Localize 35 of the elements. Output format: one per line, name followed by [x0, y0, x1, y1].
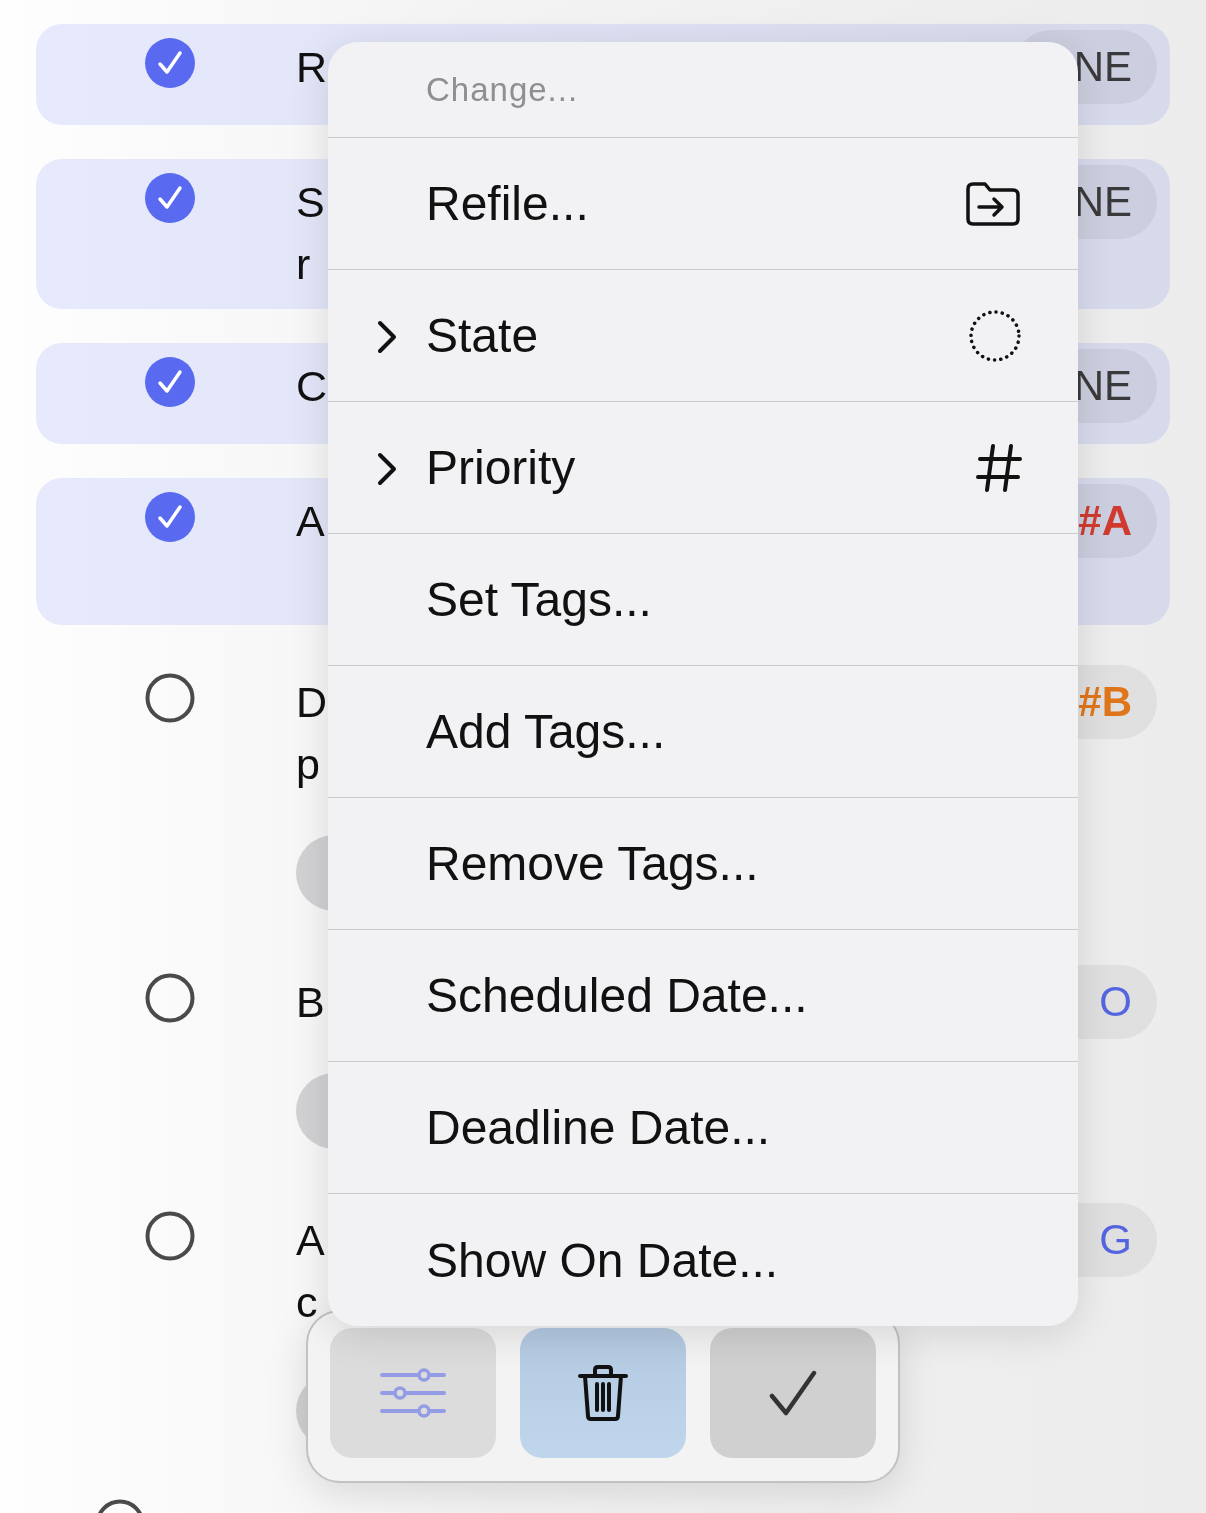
task-title: B: [296, 977, 325, 1028]
menu-item[interactable]: Deadline Date...: [328, 1062, 1078, 1194]
task-title: A: [296, 496, 325, 547]
menu-item[interactable]: Refile...: [328, 138, 1078, 270]
menu-header: Change...: [426, 70, 579, 109]
task-title: S: [296, 177, 325, 228]
menu-item[interactable]: Add Tags...: [328, 666, 1078, 798]
checked-checkbox[interactable]: [145, 357, 195, 407]
chevron-icon: [376, 452, 398, 486]
menu-item[interactable]: Remove Tags...: [328, 798, 1078, 930]
trash-icon: [578, 1364, 628, 1422]
checkbox[interactable]: [145, 973, 195, 1023]
task-title: c: [296, 1277, 318, 1328]
task-title: A: [296, 1215, 325, 1266]
menu-item[interactable]: Set Tags...: [328, 534, 1078, 666]
hash-icon: [976, 442, 1022, 493]
task-title: p: [296, 739, 320, 790]
task-title: D: [296, 677, 328, 728]
checkmark-icon: [769, 1370, 817, 1416]
menu-item[interactable]: State: [328, 270, 1078, 402]
checkbox[interactable]: [145, 1211, 195, 1261]
task-title: r: [296, 239, 311, 290]
checkbox[interactable]: [145, 673, 195, 723]
checked-checkbox[interactable]: [145, 173, 195, 223]
menu-item[interactable]: Scheduled Date...: [328, 930, 1078, 1062]
menu-item[interactable]: Priority: [328, 402, 1078, 534]
sliders-icon: [380, 1368, 446, 1418]
task-title: R: [296, 42, 328, 93]
toolbar-button[interactable]: [520, 1328, 686, 1458]
task-title: C: [296, 361, 328, 412]
folder-arrow-icon: [964, 180, 1022, 227]
checked-checkbox[interactable]: [145, 38, 195, 88]
dotted-circle-icon: [968, 308, 1022, 363]
chevron-icon: [376, 320, 398, 354]
checked-checkbox[interactable]: [145, 492, 195, 542]
